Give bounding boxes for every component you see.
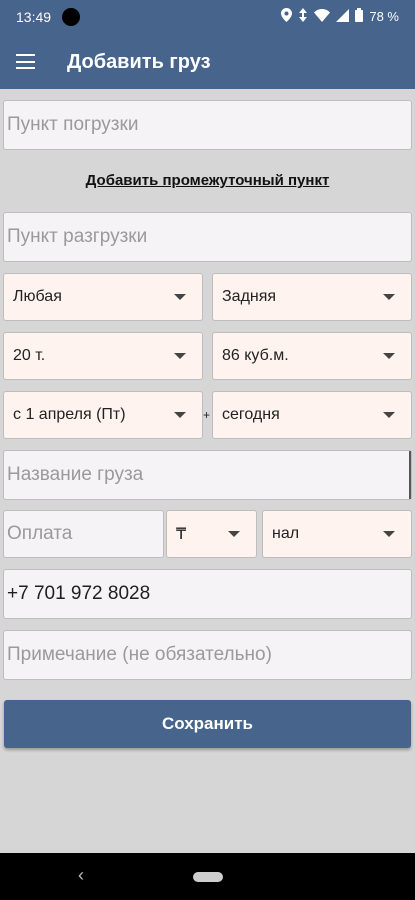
dropdown-caret-icon	[228, 531, 240, 537]
system-nav-bar: ‹	[0, 853, 415, 900]
camera-cutout	[62, 8, 80, 26]
payment-input[interactable]: Оплата	[3, 510, 164, 558]
cargo-name-placeholder: Название груза	[7, 464, 144, 485]
signal-icon	[336, 8, 350, 25]
date-from-dropdown[interactable]: с 1 апреля (Пт)	[3, 391, 203, 439]
page-title: Добавить груз	[67, 51, 211, 73]
hamburger-menu-icon[interactable]	[16, 54, 35, 69]
volume-dropdown[interactable]: 86 куб.м.	[212, 332, 412, 380]
add-intermediate-point-link[interactable]: Добавить промежуточный пункт	[0, 172, 415, 189]
loading-type-value: Задняя	[222, 288, 277, 305]
loading-point-placeholder: Пункт погрузки	[7, 114, 139, 135]
dropdown-caret-icon	[383, 531, 395, 537]
date-plus-sign: +	[203, 408, 211, 422]
dropdown-caret-icon	[383, 353, 395, 359]
body-type-value: Любая	[13, 288, 62, 305]
wifi-icon	[314, 8, 331, 25]
status-icons: 78 %	[281, 8, 399, 25]
date-from-value: с 1 апреля (Пт)	[13, 406, 126, 423]
status-bar: 13:49 78 %	[0, 0, 415, 35]
back-icon[interactable]: ‹	[78, 865, 84, 886]
battery-percent: 78 %	[369, 9, 399, 24]
loading-point-input[interactable]: Пункт погрузки	[3, 100, 412, 150]
dropdown-caret-icon	[174, 294, 186, 300]
loading-type-dropdown[interactable]: Задняя	[212, 273, 412, 321]
app-bar: Добавить груз	[0, 35, 415, 89]
note-placeholder: Примечание (не обязательно)	[7, 644, 272, 665]
save-button[interactable]: Сохранить	[4, 700, 411, 748]
date-to-value: сегодня	[222, 406, 280, 423]
unloading-point-input[interactable]: Пункт разгрузки	[3, 212, 412, 262]
battery-icon	[355, 8, 364, 25]
phone-value: +7 701 972 8028	[7, 583, 151, 604]
weight-dropdown[interactable]: 20 т.	[3, 332, 203, 380]
data-saver-icon	[298, 8, 308, 25]
phone-input[interactable]: +7 701 972 8028	[3, 569, 412, 619]
dropdown-caret-icon	[383, 412, 395, 418]
body-type-dropdown[interactable]: Любая	[3, 273, 203, 321]
currency-dropdown[interactable]: ₸	[166, 510, 257, 558]
payment-type-value: нал	[272, 525, 300, 542]
dropdown-caret-icon	[174, 412, 186, 418]
volume-value: 86 куб.м.	[222, 347, 289, 364]
status-time: 13:49	[16, 9, 52, 25]
weight-value: 20 т.	[13, 347, 46, 364]
payment-type-dropdown[interactable]: нал	[262, 510, 412, 558]
unloading-point-placeholder: Пункт разгрузки	[7, 226, 148, 247]
cargo-name-input[interactable]: Название груза	[3, 450, 412, 500]
dropdown-caret-icon	[383, 294, 395, 300]
currency-value: ₸	[176, 526, 187, 543]
date-to-dropdown[interactable]: сегодня	[212, 391, 412, 439]
payment-placeholder: Оплата	[7, 523, 73, 544]
location-icon	[281, 8, 293, 25]
input-edge	[409, 451, 411, 499]
home-pill-icon[interactable]	[193, 872, 223, 882]
note-input[interactable]: Примечание (не обязательно)	[3, 630, 412, 680]
dropdown-caret-icon	[174, 353, 186, 359]
